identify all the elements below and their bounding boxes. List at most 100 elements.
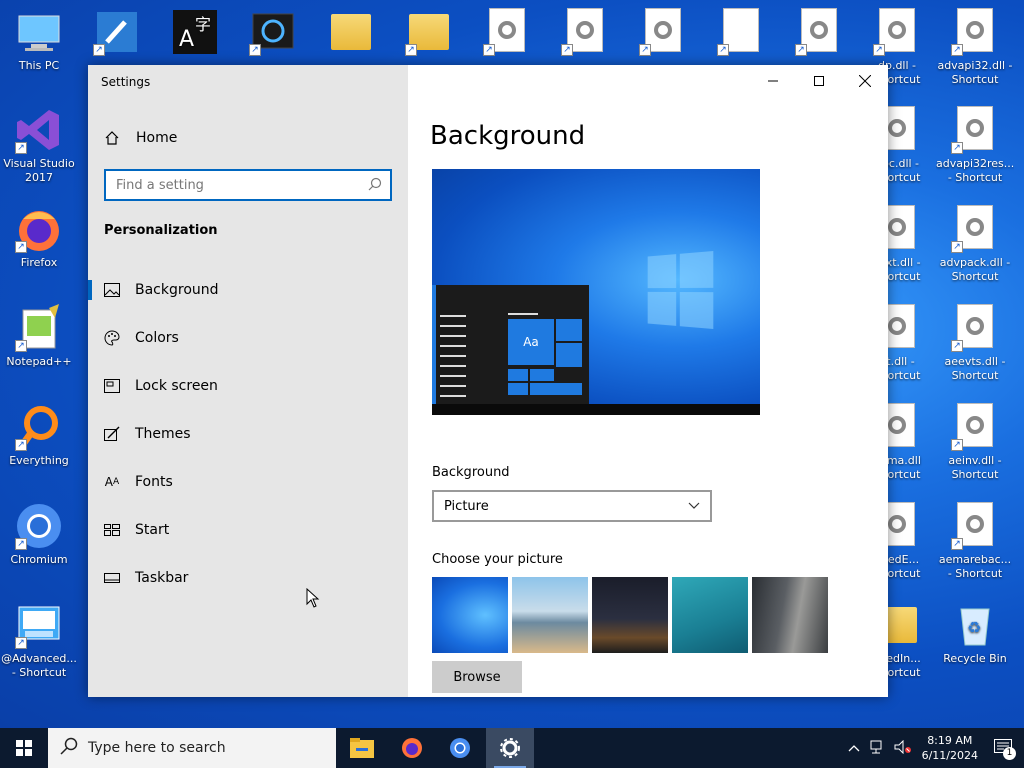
fonts-icon: AA bbox=[104, 475, 120, 489]
desktop-icon-this-pc[interactable]: This PC bbox=[0, 8, 78, 104]
sidebar-item-label: Lock screen bbox=[135, 378, 218, 394]
dll-file-icon: ↗ bbox=[639, 8, 687, 56]
windows-logo-icon bbox=[16, 740, 32, 756]
close-icon bbox=[859, 75, 871, 87]
dll-file-icon: ↗ bbox=[951, 403, 999, 451]
desktop-icon-chromium[interactable]: ↗ Chromium bbox=[0, 502, 78, 598]
file-icon: ↗ bbox=[717, 8, 765, 56]
dll-file-icon: ↗ bbox=[795, 8, 843, 56]
sidebar-item-label: Fonts bbox=[135, 474, 173, 490]
sidebar-item-colors[interactable]: Colors bbox=[88, 318, 408, 358]
clock[interactable]: 8:19 AM 6/11/2024 bbox=[922, 733, 978, 763]
desktop-icon-right-3[interactable]: ↗ advapi32res... - Shortcut bbox=[936, 106, 1014, 202]
taskbar-settings[interactable] bbox=[486, 728, 534, 768]
dll-file-icon: ↗ bbox=[483, 8, 531, 56]
volume-muted-icon[interactable] bbox=[894, 739, 912, 757]
sidebar-item-start[interactable]: Start bbox=[88, 510, 408, 550]
maximize-button[interactable] bbox=[796, 65, 842, 97]
picture-thumbnail-night[interactable] bbox=[592, 577, 668, 653]
sidebar-item-label: Taskbar bbox=[135, 570, 189, 586]
desktop-icon-right-11[interactable]: ↗ aemarebac... - Shortcut bbox=[936, 502, 1014, 598]
search-icon[interactable] bbox=[368, 176, 382, 195]
desktop-icon-advanced-shortcut[interactable]: ↗ @Advanced... - Shortcut bbox=[0, 601, 78, 697]
taskbar-firefox[interactable] bbox=[388, 728, 436, 768]
visual-studio-icon: ↗ bbox=[15, 106, 63, 154]
tool-icon: ↗ bbox=[93, 8, 141, 56]
svg-text:♻: ♻ bbox=[967, 618, 981, 637]
picture-icon bbox=[104, 282, 120, 298]
picture-thumbnail-windows[interactable] bbox=[432, 577, 508, 653]
section-title: Personalization bbox=[104, 223, 218, 238]
window-title: Settings bbox=[101, 75, 151, 89]
file-explorer-icon bbox=[350, 738, 374, 758]
svg-text:A: A bbox=[179, 27, 194, 52]
taskbar: Type here to search 8:19 AM 6/11/2024 1 bbox=[0, 728, 1024, 768]
desktop-icon-firefox[interactable]: ↗ Firefox bbox=[0, 205, 78, 301]
notification-count-badge: 1 bbox=[1003, 746, 1016, 760]
themes-icon bbox=[104, 426, 120, 442]
minimize-button[interactable] bbox=[750, 65, 796, 97]
desktop-icon-right-1[interactable]: ↗ advapi32.dll - Shortcut bbox=[936, 8, 1014, 104]
start-button[interactable] bbox=[0, 728, 48, 768]
sidebar-item-background[interactable]: Background bbox=[88, 270, 408, 310]
chromium-icon: ↗ bbox=[15, 502, 63, 550]
settings-window: Settings Home Personalization Background… bbox=[88, 65, 888, 697]
desktop-icon-right-7[interactable]: ↗ aeevts.dll - Shortcut bbox=[936, 304, 1014, 400]
sidebar-item-taskbar[interactable]: Taskbar bbox=[88, 558, 408, 598]
mouse-cursor-icon bbox=[306, 588, 320, 608]
desktop-icon-everything[interactable]: ↗ Everything bbox=[0, 403, 78, 499]
find-setting-search[interactable] bbox=[104, 169, 392, 201]
home-icon bbox=[104, 130, 120, 146]
dll-file-icon: ↗ bbox=[873, 8, 921, 56]
picture-thumbnail-rock[interactable] bbox=[752, 577, 828, 653]
sidebar-item-label: Background bbox=[135, 282, 219, 298]
taskbar-icon bbox=[104, 570, 120, 586]
taskbar-search-placeholder: Type here to search bbox=[88, 740, 226, 756]
system-tray: 8:19 AM 6/11/2024 1 bbox=[848, 728, 1024, 768]
dll-file-icon: ↗ bbox=[561, 8, 609, 56]
minimize-icon bbox=[768, 80, 778, 82]
clock-time: 8:19 AM bbox=[927, 734, 973, 747]
lock-screen-icon bbox=[104, 378, 120, 394]
dll-file-icon: ↗ bbox=[951, 502, 999, 550]
sidebar-item-themes[interactable]: Themes bbox=[88, 414, 408, 454]
dll-file-icon: ↗ bbox=[951, 205, 999, 253]
advanced-shortcut-icon: ↗ bbox=[15, 601, 63, 649]
sidebar-item-lock-screen[interactable]: Lock screen bbox=[88, 366, 408, 406]
browse-button[interactable]: Browse bbox=[432, 661, 522, 693]
recycle-bin-icon: ♻ bbox=[951, 601, 999, 649]
desktop-icon-right-5[interactable]: ↗ advpack.dll - Shortcut bbox=[936, 205, 1014, 301]
clock-date: 6/11/2024 bbox=[921, 749, 978, 762]
taskbar-chromium[interactable] bbox=[436, 728, 484, 768]
folder-icon: ↗ bbox=[405, 8, 453, 56]
firefox-icon bbox=[402, 738, 422, 758]
sidebar-item-label: Themes bbox=[135, 426, 191, 442]
find-setting-input[interactable] bbox=[116, 177, 356, 193]
choose-picture-label: Choose your picture bbox=[432, 552, 563, 567]
taskbar-file-explorer[interactable] bbox=[338, 728, 386, 768]
chevron-up-icon[interactable] bbox=[848, 742, 860, 755]
picture-thumbnail-underwater[interactable] bbox=[672, 577, 748, 653]
notification-center-icon[interactable]: 1 bbox=[994, 738, 1016, 760]
desktop-icon-notepad-plus[interactable]: ↗ Notepad++ bbox=[0, 304, 78, 400]
home-nav-item[interactable]: Home bbox=[104, 127, 177, 149]
dll-file-icon: ↗ bbox=[951, 8, 999, 56]
sidebar-item-label: Start bbox=[135, 522, 170, 538]
palette-icon bbox=[104, 330, 120, 346]
sidebar-item-fonts[interactable]: AA Fonts bbox=[88, 462, 408, 502]
desktop-icon-visual-studio[interactable]: ↗ Visual Studio 2017 bbox=[0, 106, 78, 202]
folder-icon bbox=[327, 8, 375, 56]
chromium-icon bbox=[450, 738, 470, 758]
background-type-dropdown[interactable]: Picture bbox=[432, 490, 712, 522]
search-icon bbox=[60, 737, 78, 759]
network-icon[interactable] bbox=[870, 740, 886, 757]
gear-icon bbox=[500, 738, 520, 758]
desktop-icon-recycle-bin[interactable]: ♻ Recycle Bin bbox=[936, 601, 1014, 697]
picture-thumbnail-beach[interactable] bbox=[512, 577, 588, 653]
character-map-icon: A字 bbox=[171, 8, 219, 56]
preview-tile: Aa bbox=[508, 319, 554, 365]
close-button[interactable] bbox=[842, 65, 888, 97]
windows-logo-preview bbox=[647, 251, 714, 329]
taskbar-search[interactable]: Type here to search bbox=[48, 728, 336, 768]
desktop-icon-right-9[interactable]: ↗ aeinv.dll - Shortcut bbox=[936, 403, 1014, 499]
